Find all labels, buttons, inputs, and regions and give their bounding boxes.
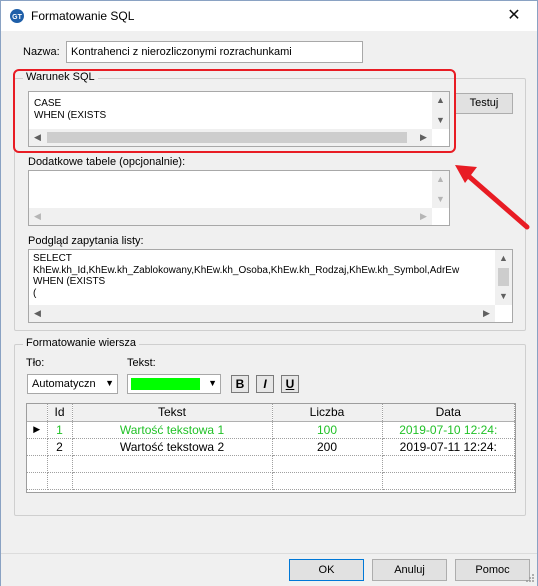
button-bar: OK Anuluj Pomoc xyxy=(1,553,537,586)
extra-tables-label: Dodatkowe tabele (opcjonalnie): xyxy=(28,156,186,168)
cell-number[interactable]: 100 xyxy=(272,421,383,439)
empty-row xyxy=(27,472,515,490)
arrow-icon xyxy=(455,165,530,230)
preview-vscroll[interactable]: ▲ ▼ xyxy=(495,250,512,305)
italic-button[interactable]: I xyxy=(256,375,274,393)
bold-button[interactable]: B xyxy=(231,375,249,393)
cell-text[interactable]: Wartość tekstowa 1 xyxy=(72,421,273,439)
cell-number[interactable]: 200 xyxy=(272,438,383,456)
scroll-down-icon[interactable]: ▼ xyxy=(495,288,512,305)
cell-id[interactable]: 1 xyxy=(47,421,73,439)
grid-header-number[interactable]: Liczba xyxy=(272,404,383,422)
title-bar: GT Formatowanie SQL ✕ xyxy=(1,1,537,31)
window-title: Formatowanie SQL xyxy=(31,9,135,23)
highlight-box xyxy=(13,69,456,153)
scroll-right-icon[interactable]: ▶ xyxy=(415,208,432,225)
table-row[interactable]: 2 Wartość tekstowa 2 200 2019-07-11 12:2… xyxy=(27,438,515,456)
row-marker-icon: ▶ xyxy=(27,421,48,439)
empty-row xyxy=(27,455,515,473)
text-color-label: Tekst: xyxy=(127,357,156,369)
chevron-down-icon: ▼ xyxy=(105,378,114,388)
scroll-thumb[interactable] xyxy=(498,268,509,286)
cancel-button[interactable]: Anuluj xyxy=(372,559,447,581)
row-format-label: Formatowanie wiersza xyxy=(23,337,140,349)
cell-date[interactable]: 2019-07-11 12:24: xyxy=(382,438,515,456)
name-input-value: Kontrahenci z nierozliczonymi rozrachunk… xyxy=(71,46,292,58)
row-marker-icon xyxy=(27,438,48,456)
scroll-right-icon[interactable]: ▶ xyxy=(478,305,495,322)
cell-text[interactable]: Wartość tekstowa 2 xyxy=(72,438,273,456)
svg-text:GT: GT xyxy=(12,14,22,21)
grid-header-date[interactable]: Data xyxy=(382,404,515,422)
scroll-down-icon[interactable]: ▼ xyxy=(432,191,449,208)
scroll-left-icon[interactable]: ◀ xyxy=(29,208,46,225)
cell-id[interactable]: 2 xyxy=(47,438,73,456)
grid-indicator-header xyxy=(27,404,48,422)
preview-text: SELECT KhEw.kh_Id,KhEw.kh_Zablokowany,Kh… xyxy=(33,253,460,299)
table-row[interactable]: ▶ 1 Wartość tekstowa 1 100 2019-07-10 12… xyxy=(27,421,515,439)
grid-header-id[interactable]: Id xyxy=(47,404,73,422)
resize-grip-icon[interactable] xyxy=(525,573,535,583)
ok-button[interactable]: OK xyxy=(289,559,364,581)
extra-tables-editor[interactable]: ▲ ▼ ◀ ▶ xyxy=(28,170,450,226)
color-swatch xyxy=(131,378,200,390)
background-select-value: Automatyczn xyxy=(32,378,96,390)
scroll-left-icon[interactable]: ◀ xyxy=(29,305,46,322)
underline-button[interactable]: U xyxy=(281,375,299,393)
preview-editor[interactable]: SELECT KhEw.kh_Id,KhEw.kh_Zablokowany,Kh… xyxy=(28,249,513,323)
name-label: Nazwa: xyxy=(23,46,60,58)
grid-header-text[interactable]: Tekst xyxy=(72,404,273,422)
app-icon: GT xyxy=(10,9,24,23)
dialog-window: GT Formatowanie SQL ✕ Nazwa: Kontrahenci… xyxy=(0,0,538,586)
preview-hscroll[interactable]: ◀ ▶ xyxy=(29,305,495,322)
close-icon[interactable]: ✕ xyxy=(491,1,537,31)
scroll-up-icon[interactable]: ▲ xyxy=(495,250,512,267)
grid-header-row: Id Tekst Liczba Data xyxy=(27,404,515,422)
extra-hscroll[interactable]: ◀ ▶ xyxy=(29,208,432,225)
text-color-select[interactable]: ▼ xyxy=(127,374,221,394)
test-button[interactable]: Testuj xyxy=(455,93,513,114)
cell-date[interactable]: 2019-07-10 12:24: xyxy=(382,421,515,439)
chevron-down-icon: ▼ xyxy=(208,378,217,388)
name-input[interactable]: Kontrahenci z nierozliczonymi rozrachunk… xyxy=(66,41,363,63)
help-button[interactable]: Pomoc xyxy=(455,559,530,581)
extra-vscroll[interactable]: ▲ ▼ xyxy=(432,171,449,208)
background-label: Tło: xyxy=(26,357,45,369)
preview-grid[interactable]: Id Tekst Liczba Data ▶ 1 Wartość tekstow… xyxy=(26,403,516,493)
scroll-up-icon[interactable]: ▲ xyxy=(432,171,449,188)
preview-label: Podgląd zapytania listy: xyxy=(28,235,144,247)
background-select[interactable]: Automatyczn ▼ xyxy=(27,374,118,394)
